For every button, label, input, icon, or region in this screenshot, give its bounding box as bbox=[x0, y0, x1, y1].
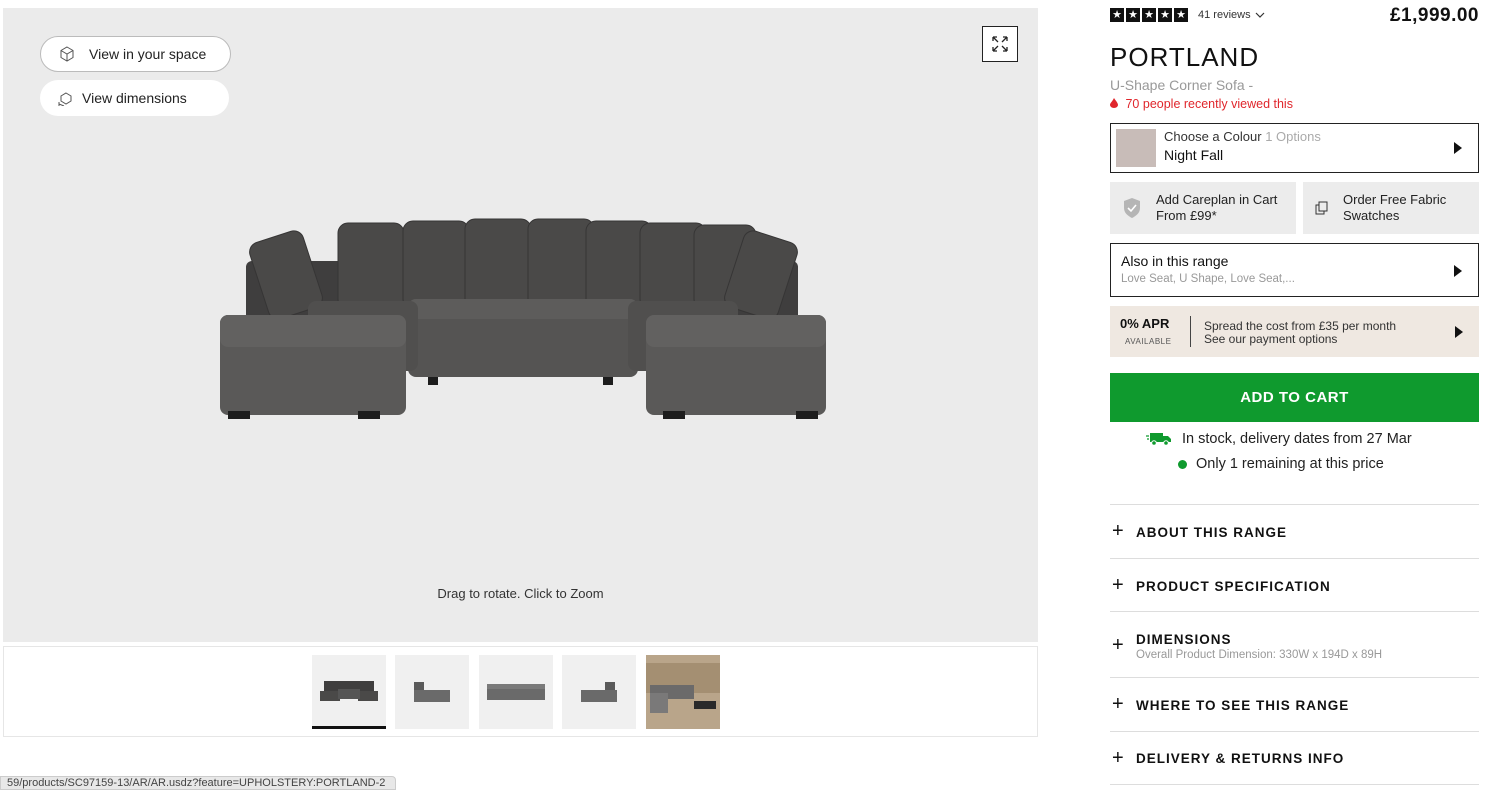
accordion-title: DIMENSIONS bbox=[1136, 632, 1232, 647]
apr-line2: See our payment options bbox=[1204, 332, 1338, 346]
caret-right-icon bbox=[1454, 142, 1462, 154]
colour-value: Night Fall bbox=[1164, 147, 1224, 163]
swatches-line2: Swatches bbox=[1343, 208, 1400, 223]
accordion-where-to-see[interactable]: + WHERE TO SEE THIS RANGE bbox=[1110, 677, 1479, 731]
stock-status: In stock, delivery dates from 27 Mar bbox=[1146, 431, 1412, 447]
expand-icon bbox=[992, 36, 1008, 52]
also-in-range-selector[interactable]: Also in this range Love Seat, U Shape, L… bbox=[1110, 243, 1479, 297]
recent-views-notice: 70 people recently viewed this bbox=[1110, 97, 1293, 111]
recent-views-text: 70 people recently viewed this bbox=[1125, 97, 1293, 111]
caret-right-icon bbox=[1454, 265, 1462, 277]
careplan-line2: From £99* bbox=[1156, 208, 1217, 223]
colour-selector[interactable]: Choose a Colour 1 Options Night Fall bbox=[1110, 123, 1479, 173]
careplan-line1: Add Careplan in Cart bbox=[1156, 192, 1278, 207]
product-price: £1,999.00 bbox=[1389, 5, 1479, 26]
star-icon: ★ bbox=[1142, 8, 1156, 22]
plus-icon: + bbox=[1112, 693, 1124, 715]
product-subtitle: U-Shape Corner Sofa - bbox=[1110, 77, 1254, 93]
apr-rate: 0% APR bbox=[1120, 316, 1170, 331]
range-label: Also in this range bbox=[1121, 253, 1229, 269]
fabric-swatches-button[interactable]: Order Free Fabric Swatches bbox=[1303, 182, 1479, 234]
status-dot-icon bbox=[1178, 459, 1187, 469]
cube-icon bbox=[60, 46, 74, 62]
view-in-space-label: View in your space bbox=[89, 46, 207, 62]
thumbnail-5[interactable] bbox=[646, 655, 720, 729]
range-items: Love Seat, U Shape, Love Seat,... bbox=[1121, 273, 1295, 285]
rotate-hint: Drag to rotate. Click to Zoom bbox=[437, 586, 604, 601]
thumbnail-3[interactable] bbox=[479, 655, 553, 729]
thumbnail-1[interactable] bbox=[312, 655, 386, 729]
sofa-angle-thumb-icon bbox=[581, 682, 617, 702]
shield-check-icon bbox=[1124, 198, 1140, 218]
caret-right-icon bbox=[1455, 326, 1463, 338]
thumbnail-4[interactable] bbox=[562, 655, 636, 729]
colour-swatch bbox=[1116, 129, 1156, 167]
add-to-cart-button[interactable]: ADD TO CART bbox=[1110, 373, 1479, 422]
dimensions-summary: Overall Product Dimension: 330W x 194D x… bbox=[1136, 649, 1383, 661]
star-icon: ★ bbox=[1174, 8, 1188, 22]
product-3d-viewer[interactable]: View in your space View dimensions Drag … bbox=[3, 8, 1038, 642]
product-title: PORTLAND bbox=[1110, 42, 1260, 72]
apr-available: AVAILABLE bbox=[1125, 337, 1172, 346]
sofa-back-thumb-icon bbox=[487, 684, 545, 700]
reviews-link[interactable]: 41 reviews bbox=[1198, 9, 1251, 21]
plus-icon: + bbox=[1112, 747, 1124, 769]
colour-label: Choose a Colour 1 Options bbox=[1164, 129, 1321, 144]
fullscreen-button[interactable] bbox=[982, 26, 1018, 62]
rating-summary[interactable]: ★ ★ ★ ★ ★ 41 reviews bbox=[1110, 8, 1265, 22]
divider bbox=[1190, 316, 1191, 347]
delivery-truck-icon bbox=[1146, 433, 1171, 446]
view-dimensions-label: View dimensions bbox=[82, 90, 187, 106]
careplan-button[interactable]: Add Careplan in Cart From £99* bbox=[1110, 182, 1296, 234]
remaining-text: Only 1 remaining at this price bbox=[1196, 456, 1384, 472]
chevron-down-icon bbox=[1255, 12, 1265, 18]
plus-icon: + bbox=[1112, 520, 1124, 542]
plus-icon: + bbox=[1112, 574, 1124, 596]
swatches-icon bbox=[1315, 201, 1328, 215]
thumbnail-2[interactable] bbox=[395, 655, 469, 729]
room-scene-thumb-icon bbox=[646, 663, 720, 713]
divider bbox=[1110, 784, 1479, 785]
star-icon: ★ bbox=[1126, 8, 1140, 22]
star-icon: ★ bbox=[1110, 8, 1124, 22]
colour-options-count: 1 Options bbox=[1265, 129, 1321, 144]
accordion-title: DELIVERY & RETURNS INFO bbox=[1136, 751, 1345, 766]
remaining-status: Only 1 remaining at this price bbox=[1178, 456, 1384, 472]
colour-label-text: Choose a Colour bbox=[1164, 129, 1262, 144]
finance-banner[interactable]: 0% APR AVAILABLE Spread the cost from £3… bbox=[1110, 306, 1479, 357]
view-dimensions-button[interactable]: View dimensions bbox=[40, 80, 229, 116]
accordion-title: PRODUCT SPECIFICATION bbox=[1136, 579, 1331, 594]
view-in-space-button[interactable]: View in your space bbox=[40, 36, 231, 72]
accordion-product-specification[interactable]: + PRODUCT SPECIFICATION bbox=[1110, 558, 1479, 611]
flame-icon bbox=[1110, 98, 1118, 108]
accordion-title: ABOUT THIS RANGE bbox=[1136, 525, 1287, 540]
accordion-delivery-returns[interactable]: + DELIVERY & RETURNS INFO bbox=[1110, 731, 1479, 784]
swatches-line1: Order Free Fabric bbox=[1343, 192, 1447, 207]
accordion-dimensions[interactable]: + DIMENSIONS Overall Product Dimension: … bbox=[1110, 611, 1479, 677]
accordion-title: WHERE TO SEE THIS RANGE bbox=[1136, 698, 1350, 713]
plus-icon: + bbox=[1112, 634, 1124, 656]
apr-line1: Spread the cost from £35 per month bbox=[1204, 319, 1397, 333]
stock-text: In stock, delivery dates from 27 Mar bbox=[1182, 431, 1412, 447]
sofa-front-thumb-icon bbox=[320, 680, 378, 701]
star-icon: ★ bbox=[1158, 8, 1172, 22]
dimensions-icon bbox=[58, 92, 72, 106]
sofa-image bbox=[220, 218, 826, 419]
thumbnail-strip bbox=[3, 646, 1038, 737]
sofa-side-thumb-icon bbox=[414, 682, 450, 702]
accordion-about-range[interactable]: + ABOUT THIS RANGE bbox=[1110, 504, 1479, 558]
